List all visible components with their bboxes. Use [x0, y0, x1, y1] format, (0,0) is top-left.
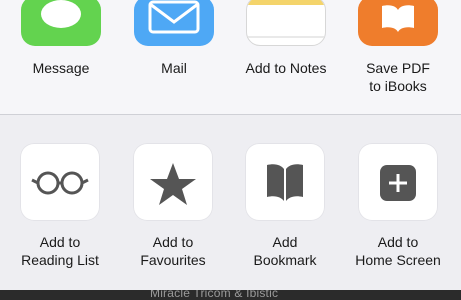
notes-icon [247, 0, 325, 38]
message-label: Message [32, 60, 90, 76]
background-peek-text: Miracle Tricom & Ibistic [150, 290, 279, 300]
ibooks-app-button[interactable] [358, 0, 438, 46]
add-to-home-screen-label: Add to Home Screen [355, 234, 441, 268]
add-square-icon [380, 165, 416, 201]
add-to-notes-label: Add to Notes [245, 60, 327, 76]
apps-row: Message Mail Add to Notes Save PDF to iB… [0, 0, 461, 114]
book-icon [267, 164, 303, 201]
mail-label: Mail [161, 60, 187, 76]
star-icon [150, 163, 196, 205]
notes-app-button[interactable] [246, 0, 326, 46]
add-bookmark-label: Add Bookmark [253, 234, 317, 268]
mail-icon [148, 0, 200, 34]
mail-app-button[interactable] [134, 0, 214, 46]
add-to-home-screen-button[interactable] [358, 143, 438, 221]
add-to-favourites-button[interactable] [133, 143, 213, 221]
share-sheet: Message Mail Add to Notes Save PDF to iB… [0, 0, 461, 300]
message-app-button[interactable] [21, 0, 101, 46]
ibooks-icon [382, 5, 414, 33]
glasses-icon [31, 171, 89, 195]
add-to-reading-list-label: Add to Reading List [21, 234, 99, 268]
message-icon [41, 0, 81, 28]
add-bookmark-button[interactable] [245, 143, 325, 221]
save-pdf-to-ibooks-label: Save PDF to iBooks [366, 60, 430, 94]
add-to-reading-list-button[interactable] [20, 143, 100, 221]
background-content-peek: Miracle Tricom & Ibistic [0, 290, 461, 300]
add-to-favourites-label: Add to Favourites [140, 234, 206, 268]
